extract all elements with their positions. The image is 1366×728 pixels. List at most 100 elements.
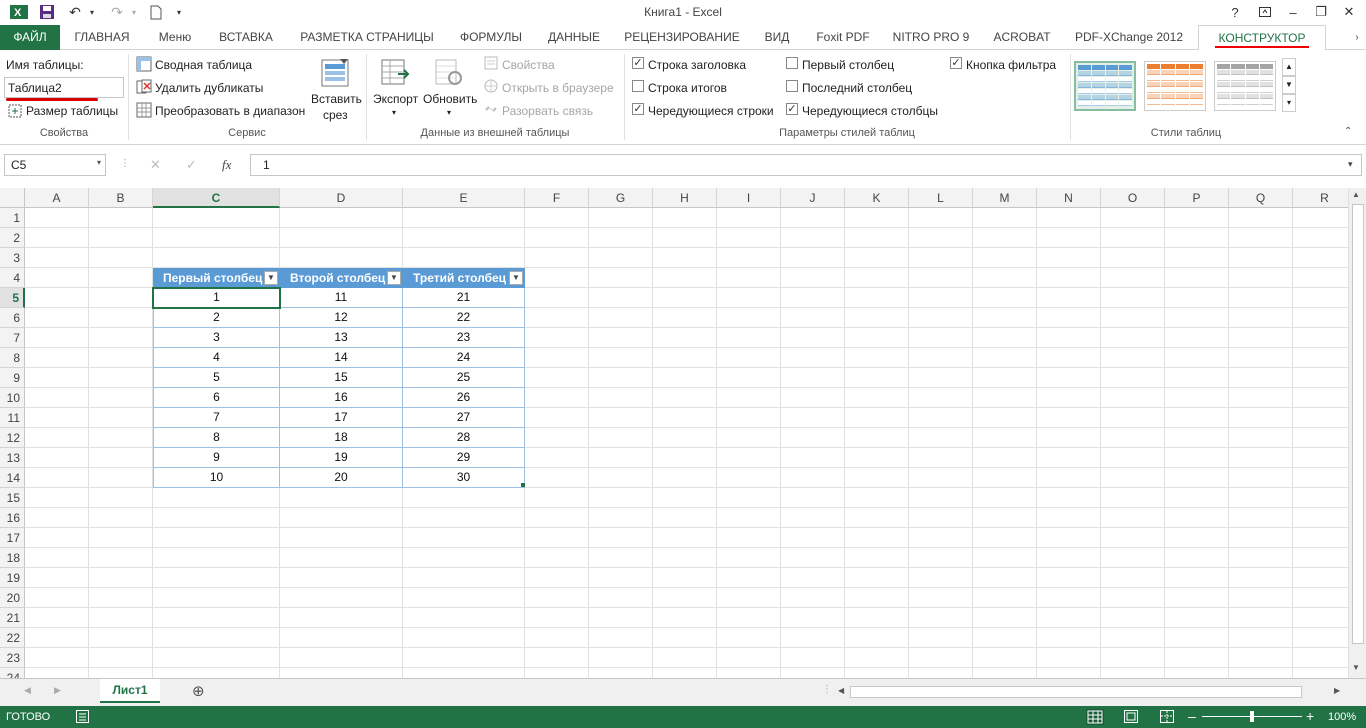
sheet-nav-next-icon[interactable]: ▶ xyxy=(54,685,61,696)
macro-record-icon[interactable] xyxy=(76,710,89,726)
row-header-24[interactable]: 24 xyxy=(0,668,25,678)
table-name-input[interactable] xyxy=(4,77,124,98)
scroll-up-icon[interactable]: ▲ xyxy=(1352,190,1360,199)
name-box[interactable]: C5 ▾ xyxy=(4,154,106,176)
row-header-18[interactable]: 18 xyxy=(0,548,25,568)
table-cell[interactable]: 30 xyxy=(403,468,525,488)
column-header-k[interactable]: K xyxy=(845,188,909,208)
tab-insert[interactable]: ВСТАВКА xyxy=(212,25,280,50)
page-layout-view-icon[interactable] xyxy=(1124,710,1138,726)
tab-foxit-pdf[interactable]: Foxit PDF xyxy=(810,25,876,50)
row-header-8[interactable]: 8 xyxy=(0,348,25,368)
tab-view[interactable]: ВИД xyxy=(756,25,798,50)
table-cell[interactable]: 22 xyxy=(403,308,525,328)
column-header-n[interactable]: N xyxy=(1037,188,1101,208)
column-header-b[interactable]: B xyxy=(89,188,153,208)
table-resize-handle-icon[interactable] xyxy=(521,483,525,487)
new-file-icon[interactable] xyxy=(146,3,166,21)
table-style-gray[interactable] xyxy=(1214,61,1276,111)
tab-review[interactable]: РЕЦЕНЗИРОВАНИЕ xyxy=(620,25,744,50)
column-header-g[interactable]: G xyxy=(589,188,653,208)
formula-input[interactable]: 1 xyxy=(250,154,1362,176)
row-header-17[interactable]: 17 xyxy=(0,528,25,548)
collapse-ribbon-icon[interactable]: ⌃ xyxy=(1344,126,1352,137)
minimize-icon[interactable]: – xyxy=(1280,2,1306,22)
table-header-1[interactable]: Первый столбец xyxy=(153,268,280,288)
table-cell[interactable]: 25 xyxy=(403,368,525,388)
table-cell[interactable]: 3 xyxy=(153,328,280,348)
refresh-button[interactable]: Обновить ▾ xyxy=(422,56,478,124)
scroll-down-icon[interactable]: ▼ xyxy=(1352,663,1360,672)
table-cell[interactable]: 6 xyxy=(153,388,280,408)
horizontal-scrollbar[interactable]: ◀ ▶ xyxy=(836,685,1346,700)
zoom-in-icon[interactable]: + xyxy=(1306,708,1314,724)
table-cell[interactable]: 26 xyxy=(403,388,525,408)
table-cell[interactable]: 13 xyxy=(280,328,403,348)
normal-view-icon[interactable] xyxy=(1086,709,1104,725)
save-icon[interactable] xyxy=(36,3,58,21)
table-cell[interactable]: 11 xyxy=(280,288,403,308)
redo-icon[interactable]: ↷ xyxy=(106,3,128,21)
column-header-o[interactable]: O xyxy=(1101,188,1165,208)
last-column-checkbox[interactable] xyxy=(786,80,798,92)
table-cell[interactable]: 10 xyxy=(153,468,280,488)
column-header-a[interactable]: A xyxy=(25,188,89,208)
row-header-16[interactable]: 16 xyxy=(0,508,25,528)
redo-dropdown-icon[interactable]: ▾ xyxy=(128,3,140,21)
table-cell[interactable]: 23 xyxy=(403,328,525,348)
tab-nitro-pro[interactable]: NITRO PRO 9 xyxy=(888,25,974,50)
sheet-tab-list1[interactable]: Лист1 xyxy=(100,679,160,703)
table-cell[interactable]: 18 xyxy=(280,428,403,448)
resize-table-button[interactable]: Размер таблицы xyxy=(26,104,118,118)
tab-pdf-xchange[interactable]: PDF-XChange 2012 xyxy=(1070,25,1188,50)
filter-dropdown-icon[interactable]: ▼ xyxy=(509,271,523,285)
column-header-d[interactable]: D xyxy=(280,188,403,208)
undo-icon[interactable]: ↶ xyxy=(64,3,86,21)
row-header-15[interactable]: 15 xyxy=(0,488,25,508)
row-header-10[interactable]: 10 xyxy=(0,388,25,408)
row-header-7[interactable]: 7 xyxy=(0,328,25,348)
table-cell[interactable]: 24 xyxy=(403,348,525,368)
table-cell[interactable]: 12 xyxy=(280,308,403,328)
banded-rows-checkbox[interactable]: ✓ xyxy=(632,103,644,115)
pivot-table-button[interactable]: Сводная таблица xyxy=(155,58,252,72)
row-header-1[interactable]: 1 xyxy=(0,208,25,228)
row-header-13[interactable]: 13 xyxy=(0,448,25,468)
ribbon-display-icon[interactable] xyxy=(1252,2,1278,22)
column-header-j[interactable]: J xyxy=(781,188,845,208)
table-header-3[interactable]: Третий столбец xyxy=(403,268,525,288)
table-cell[interactable]: 2 xyxy=(153,308,280,328)
header-row-checkbox[interactable]: ✓ xyxy=(632,57,644,69)
tab-page-layout[interactable]: РАЗМЕТКА СТРАНИЦЫ xyxy=(292,25,442,50)
hscroll-right-icon[interactable]: ▶ xyxy=(1334,686,1340,695)
table-cell[interactable]: 8 xyxy=(153,428,280,448)
table-cell[interactable]: 7 xyxy=(153,408,280,428)
styles-scroll-up-icon[interactable]: ▲ xyxy=(1282,58,1296,76)
row-header-22[interactable]: 22 xyxy=(0,628,25,648)
table-cell[interactable]: 19 xyxy=(280,448,403,468)
table-style-blue[interactable] xyxy=(1074,61,1136,111)
column-header-e[interactable]: E xyxy=(403,188,525,208)
row-header-3[interactable]: 3 xyxy=(0,248,25,268)
total-row-checkbox[interactable] xyxy=(632,80,644,92)
row-header-14[interactable]: 14 xyxy=(0,468,25,488)
table-cell[interactable]: 28 xyxy=(403,428,525,448)
worksheet-grid[interactable]: ABCDEFGHIJKLMNOPQR 1 2 3 4 5 6 7 8 9 10 11 12 13 14 15… xyxy=(0,188,1348,678)
column-header-h[interactable]: H xyxy=(653,188,717,208)
external-properties-button[interactable]: Свойства xyxy=(502,58,555,72)
table-header-2[interactable]: Второй столбец xyxy=(280,268,403,288)
insert-slicer-button[interactable]: Вставить срез xyxy=(306,56,364,124)
row-header-11[interactable]: 11 xyxy=(0,408,25,428)
filter-dropdown-icon[interactable]: ▼ xyxy=(387,271,401,285)
styles-scroll-down-icon[interactable]: ▼ xyxy=(1282,76,1296,94)
row-header-23[interactable]: 23 xyxy=(0,648,25,668)
help-icon[interactable]: ? xyxy=(1222,2,1248,22)
table-cell[interactable]: 27 xyxy=(403,408,525,428)
column-header-m[interactable]: M xyxy=(973,188,1037,208)
remove-duplicates-button[interactable]: Удалить дубликаты xyxy=(155,81,263,95)
row-header-9[interactable]: 9 xyxy=(0,368,25,388)
unlink-button[interactable]: Разорвать связь xyxy=(502,104,593,118)
tab-acrobat[interactable]: ACROBAT xyxy=(986,25,1058,50)
restore-icon[interactable]: ❐ xyxy=(1308,2,1334,22)
insert-function-icon[interactable]: fx xyxy=(222,157,231,173)
